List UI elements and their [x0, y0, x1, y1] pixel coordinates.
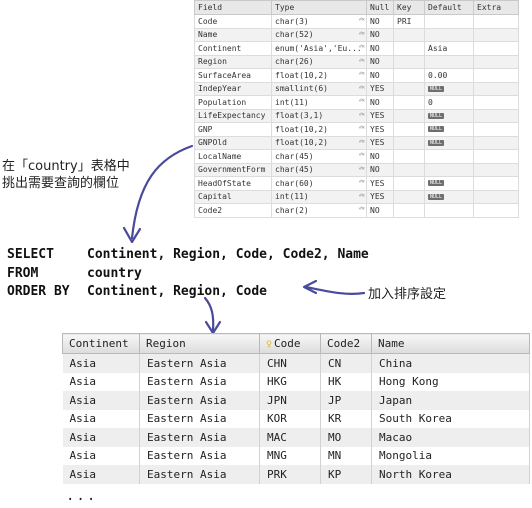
result-cell-name: Hong Kong — [371, 372, 530, 391]
result-cell-region: Eastern Asia — [139, 409, 260, 428]
result-cell-name: South Korea — [371, 409, 530, 428]
result-cell-code2: HK — [320, 372, 372, 391]
result-cell-region: Eastern Asia — [139, 391, 260, 410]
result-header-code[interactable]: ♀ Code — [259, 333, 321, 354]
table-row[interactable]: Asia Eastern Asia PRK KP North Korea — [62, 465, 530, 484]
result-cell-name: China — [371, 353, 530, 373]
result-cell-continent: Asia — [62, 446, 140, 465]
result-cell-code: MAC — [259, 428, 321, 447]
result-header-name[interactable]: Name — [371, 333, 530, 354]
result-cell-code: PRK — [259, 465, 321, 484]
result-cell-code: MNG — [259, 446, 321, 465]
table-row[interactable]: Asia Eastern Asia MAC MO Macao — [62, 428, 530, 447]
result-header-code2[interactable]: Code2 — [320, 333, 372, 354]
result-cell-code2: MN — [320, 446, 372, 465]
result-header-continent[interactable]: Continent — [62, 333, 140, 354]
result-cell-code: CHN — [259, 353, 321, 373]
result-cell-code2: KR — [320, 409, 372, 428]
table-row[interactable]: Asia Eastern Asia HKG HK Hong Kong — [62, 372, 530, 391]
result-continuation: ... — [66, 488, 98, 504]
result-header-row: Continent Region ♀ Code Code2 Name — [62, 333, 530, 354]
result-cell-continent: Asia — [62, 353, 140, 373]
result-cell-code2: JP — [320, 391, 372, 410]
result-header-code-label: Code — [274, 337, 301, 350]
result-cell-region: Eastern Asia — [139, 446, 260, 465]
result-cell-region: Eastern Asia — [139, 353, 260, 373]
result-cell-name: Japan — [371, 391, 530, 410]
result-cell-region: Eastern Asia — [139, 465, 260, 484]
result-cell-code2: MO — [320, 428, 372, 447]
result-cell-continent: Asia — [62, 372, 140, 391]
result-cell-continent: Asia — [62, 409, 140, 428]
result-header-region[interactable]: Region — [139, 333, 260, 354]
result-cell-code: JPN — [259, 391, 321, 410]
result-cell-name: Macao — [371, 428, 530, 447]
result-cell-continent: Asia — [62, 391, 140, 410]
result-cell-region: Eastern Asia — [139, 372, 260, 391]
result-cell-code: KOR — [259, 409, 321, 428]
result-cell-continent: Asia — [62, 428, 140, 447]
result-cell-code2: KP — [320, 465, 372, 484]
table-row[interactable]: Asia Eastern Asia KOR KR South Korea — [62, 409, 530, 428]
table-row[interactable]: Asia Eastern Asia JPN JP Japan — [62, 391, 530, 410]
result-cell-name: North Korea — [371, 465, 530, 484]
key-icon: ♀ — [266, 339, 273, 350]
table-row[interactable]: Asia Eastern Asia CHN CN China — [62, 353, 530, 373]
result-cell-code2: CN — [320, 353, 372, 373]
result-cell-name: Mongolia — [371, 446, 530, 465]
result-cell-code: HKG — [259, 372, 321, 391]
result-cell-continent: Asia — [62, 465, 140, 484]
result-table: Continent Region ♀ Code Code2 Name Asia Ea… — [62, 333, 530, 484]
table-row[interactable]: Asia Eastern Asia MNG MN Mongolia — [62, 446, 530, 465]
arrow-schema-to-sql — [130, 144, 194, 240]
result-cell-region: Eastern Asia — [139, 428, 260, 447]
